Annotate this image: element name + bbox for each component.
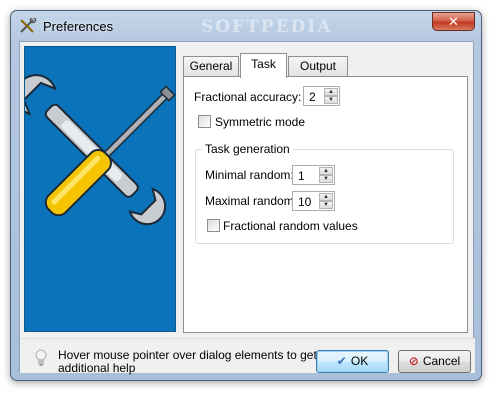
minimal-random-value: 1: [298, 169, 305, 183]
window-title: Preferences: [43, 19, 114, 34]
fractional-accuracy-label: Fractional accuracy:: [194, 90, 302, 104]
task-generation-title: Task generation: [202, 142, 293, 156]
banner-image: [24, 46, 176, 332]
cancel-label: Cancel: [422, 354, 461, 368]
spin-down-icon[interactable]: ▼: [324, 96, 338, 104]
watermark: SOFTPEDIA: [201, 17, 333, 37]
spin-up-icon[interactable]: ▲: [319, 167, 333, 175]
title-bar[interactable]: Preferences SOFTPEDIA ✕: [11, 11, 481, 41]
ok-label: OK: [350, 354, 369, 368]
cancel-button[interactable]: ⊘ Cancel: [398, 350, 471, 373]
maximal-random-value: 10: [298, 195, 312, 209]
help-text: Hover mouse pointer over dialog elements…: [58, 348, 317, 375]
wrench-screwdriver-icon: [25, 74, 176, 226]
tab-general[interactable]: General: [183, 56, 239, 77]
spin-up-icon[interactable]: ▲: [319, 193, 333, 201]
close-button[interactable]: ✕: [432, 12, 475, 31]
preferences-window: Preferences SOFTPEDIA ✕ General Task Out…: [10, 10, 482, 381]
symmetric-mode-label: Symmetric mode: [215, 115, 306, 129]
stepper-arrows: ▲ ▼: [319, 167, 333, 183]
no-entry-icon: ⊘: [408, 354, 419, 369]
tools-icon: [20, 18, 37, 33]
spin-down-icon[interactable]: ▼: [319, 175, 333, 183]
stepper-arrows: ▲ ▼: [324, 88, 338, 104]
ok-button[interactable]: ✔ OK: [316, 350, 389, 373]
minimal-random-stepper[interactable]: 1 ▲ ▼: [292, 165, 335, 185]
dialog-client-area: General Task Output Fractional accuracy:…: [19, 41, 475, 375]
maximal-random-stepper[interactable]: 10 ▲ ▼: [292, 191, 335, 211]
spin-down-icon[interactable]: ▼: [319, 201, 333, 209]
tab-output[interactable]: Output: [288, 56, 348, 77]
lightbulb-icon: [35, 349, 47, 366]
fractional-accuracy-value: 2: [309, 90, 316, 104]
checkmark-icon: ✔: [336, 354, 347, 369]
tab-task[interactable]: Task: [240, 53, 287, 78]
fractional-random-checkbox[interactable]: [207, 219, 220, 232]
fractional-random-label: Fractional random values: [223, 219, 358, 233]
maximal-random-label: Maximal random:: [205, 194, 298, 208]
stepper-arrows: ▲ ▼: [319, 193, 333, 209]
spin-up-icon[interactable]: ▲: [324, 88, 338, 96]
symmetric-mode-checkbox[interactable]: [198, 115, 211, 128]
minimal-random-label: Minimal random:: [205, 168, 294, 182]
fractional-accuracy-stepper[interactable]: 2 ▲ ▼: [303, 86, 340, 106]
